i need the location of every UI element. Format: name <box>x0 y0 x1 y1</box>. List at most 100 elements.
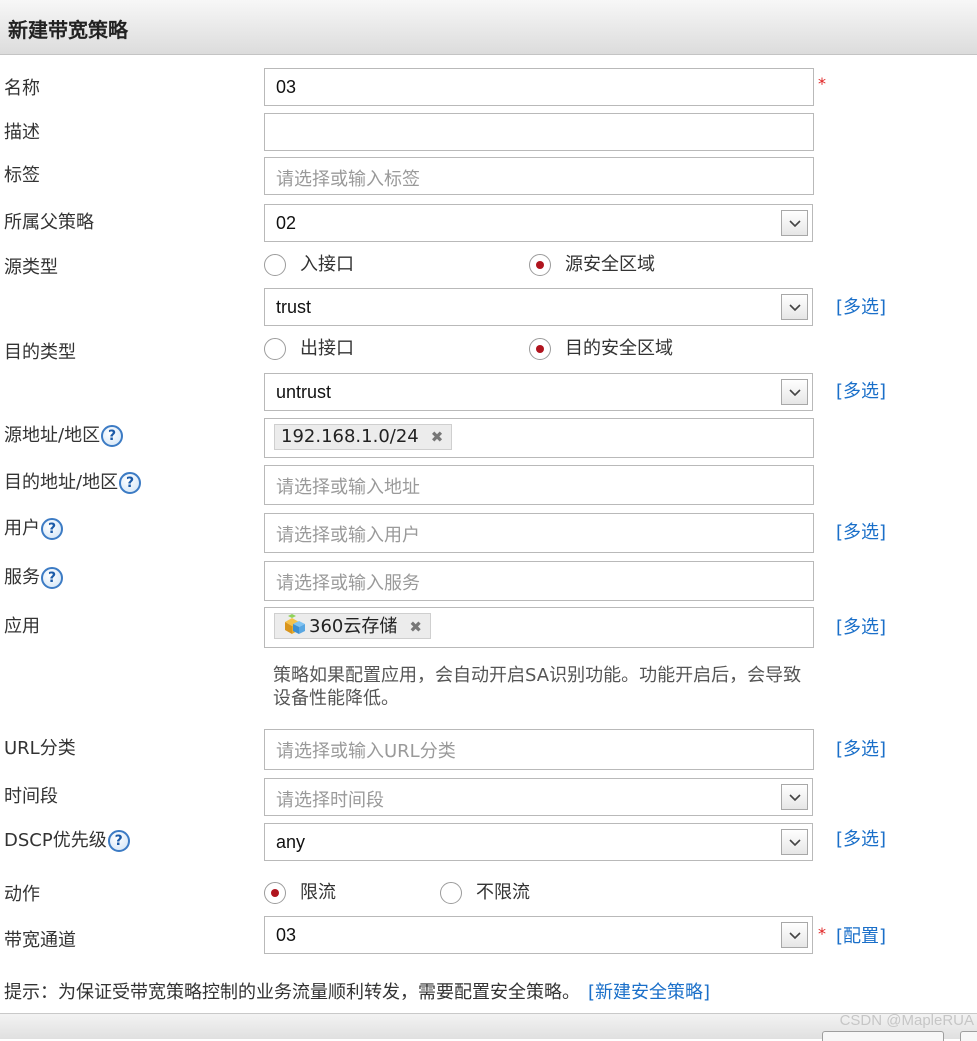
time-range-label: 时间段 <box>4 786 58 807</box>
user-label-text: 用户 <box>4 518 40 539</box>
user-placeholder: 请选择或输入用户 <box>276 525 420 546</box>
app-tag: 360云存储 ✖ <box>274 613 431 639</box>
tip-text: 提示：为保证受带宽策略控制的业务流量顺利转发，需要配置安全策略。 <box>4 982 580 1003</box>
dscp-multi-select-link[interactable]: [多选] <box>836 825 886 851</box>
radio-circle-icon <box>440 882 462 904</box>
chevron-down-icon[interactable] <box>781 210 808 236</box>
name-value: 03 <box>276 77 297 97</box>
chevron-down-icon[interactable] <box>781 379 808 405</box>
bandwidth-channel-value: 03 <box>276 925 297 945</box>
radio-dst-zone-label: 目的安全区域 <box>565 338 673 359</box>
radio-selected-icon <box>529 254 551 276</box>
channel-required-mark: * <box>818 924 826 943</box>
dscp-value: any <box>276 832 306 852</box>
app-input[interactable]: 360云存储 ✖ <box>264 607 814 648</box>
question-mark-icon[interactable]: ? <box>41 518 63 540</box>
service-label: 服务? <box>4 563 63 589</box>
time-range-placeholder: 请选择时间段 <box>276 790 384 811</box>
dst-address-label: 目的地址/地区? <box>4 468 142 494</box>
url-category-label: URL分类 <box>4 738 76 759</box>
remove-tag-icon[interactable]: ✖ <box>431 428 444 446</box>
radio-action-nolimit[interactable]: 不限流 <box>440 878 530 904</box>
question-mark-icon[interactable]: ? <box>119 472 142 494</box>
radio-dst-zone[interactable]: 目的安全区域 <box>529 334 673 360</box>
chevron-down-icon[interactable] <box>781 829 808 855</box>
url-category-placeholder: 请选择或输入URL分类 <box>276 741 456 762</box>
radio-selected-icon <box>264 882 286 904</box>
dst-address-input[interactable]: 请选择或输入地址 <box>264 465 814 505</box>
user-input[interactable]: 请选择或输入用户 <box>264 513 814 553</box>
src-zone-multi-select-link[interactable]: [多选] <box>836 293 886 319</box>
url-category-input[interactable]: 请选择或输入URL分类 <box>264 729 814 770</box>
name-input[interactable]: 03 <box>264 68 814 106</box>
url-multi-select-link[interactable]: [多选] <box>836 735 886 761</box>
chevron-down-icon[interactable] <box>781 784 808 810</box>
parent-policy-select[interactable]: 02 <box>264 204 813 242</box>
src-address-label-text: 源地址/地区 <box>4 425 101 446</box>
question-mark-icon[interactable]: ? <box>101 425 124 447</box>
dst-zone-multi-select-link[interactable]: [多选] <box>836 377 886 403</box>
dst-address-label-text: 目的地址/地区 <box>4 472 119 493</box>
tag-placeholder: 请选择或输入标签 <box>276 169 420 190</box>
question-mark-icon[interactable]: ? <box>107 830 130 852</box>
radio-action-nolimit-label: 不限流 <box>476 882 530 903</box>
time-range-select[interactable]: 请选择时间段 <box>264 778 813 816</box>
desc-label: 描述 <box>4 122 40 143</box>
radio-action-limit-label: 限流 <box>300 882 336 903</box>
name-required-mark: * <box>818 74 826 93</box>
parent-policy-label: 所属父策略 <box>4 212 94 233</box>
app-label: 应用 <box>4 616 40 637</box>
radio-src-zone-label: 源安全区域 <box>565 254 655 275</box>
user-multi-select-link[interactable]: [多选] <box>836 518 886 544</box>
radio-circle-icon <box>264 338 286 360</box>
tag-input[interactable]: 请选择或输入标签 <box>264 157 814 195</box>
radio-circle-icon <box>264 254 286 276</box>
radio-src-interface[interactable]: 入接口 <box>264 250 354 276</box>
src-address-tag: 192.168.1.0/24 ✖ <box>274 424 453 450</box>
watermark: CSDN @MapleRUA <box>839 1012 974 1029</box>
app-hint-text: 策略如果配置应用，会自动开启SA识别功能。功能开启后，会导致设备性能降低。 <box>273 665 802 709</box>
bandwidth-channel-select[interactable]: 03 <box>264 916 813 954</box>
channel-config-link[interactable]: [配置] <box>836 922 886 948</box>
cancel-button[interactable] <box>960 1031 977 1041</box>
src-zone-select[interactable]: trust <box>264 288 813 326</box>
dst-zone-select[interactable]: untrust <box>264 373 813 411</box>
dscp-select[interactable]: any <box>264 823 813 861</box>
bandwidth-channel-label: 带宽通道 <box>4 930 76 951</box>
app-cube-icon <box>285 614 305 634</box>
dialog-title: 新建带宽策略 <box>8 18 128 42</box>
app-multi-select-link[interactable]: [多选] <box>836 613 886 639</box>
dst-zone-value: untrust <box>276 382 332 402</box>
tag-label: 标签 <box>4 165 40 186</box>
dialog-header: 新建带宽策略 <box>0 0 977 55</box>
desc-input[interactable] <box>264 113 814 151</box>
radio-dst-interface[interactable]: 出接口 <box>264 334 354 360</box>
radio-action-limit[interactable]: 限流 <box>264 878 336 904</box>
chevron-down-icon[interactable] <box>781 922 808 948</box>
src-address-tag-text: 192.168.1.0/24 <box>281 426 419 447</box>
ok-button[interactable] <box>822 1031 944 1041</box>
src-type-label: 源类型 <box>4 257 58 278</box>
src-zone-value: trust <box>276 297 312 317</box>
tip-line: 提示：为保证受带宽策略控制的业务流量顺利转发，需要配置安全策略。 [新建安全策略] <box>4 978 710 1004</box>
radio-selected-icon <box>529 338 551 360</box>
radio-src-zone[interactable]: 源安全区域 <box>529 250 655 276</box>
src-address-input[interactable]: 192.168.1.0/24 ✖ <box>264 418 814 458</box>
dscp-label: DSCP优先级? <box>4 826 130 852</box>
name-label: 名称 <box>4 78 40 99</box>
question-mark-icon[interactable]: ? <box>41 567 63 589</box>
radio-src-interface-label: 入接口 <box>300 254 354 275</box>
service-label-text: 服务 <box>4 567 40 588</box>
service-input[interactable]: 请选择或输入服务 <box>264 561 814 601</box>
action-label: 动作 <box>4 884 40 905</box>
dst-address-placeholder: 请选择或输入地址 <box>276 477 420 498</box>
parent-policy-value: 02 <box>276 213 297 233</box>
remove-tag-icon[interactable]: ✖ <box>409 618 422 636</box>
user-label: 用户? <box>4 514 63 540</box>
src-address-label: 源地址/地区? <box>4 421 124 447</box>
radio-dst-interface-label: 出接口 <box>300 338 354 359</box>
dst-type-label: 目的类型 <box>4 342 76 363</box>
dscp-label-text: DSCP优先级 <box>4 830 107 851</box>
chevron-down-icon[interactable] <box>781 294 808 320</box>
new-security-policy-link[interactable]: [新建安全策略] <box>588 982 710 1003</box>
